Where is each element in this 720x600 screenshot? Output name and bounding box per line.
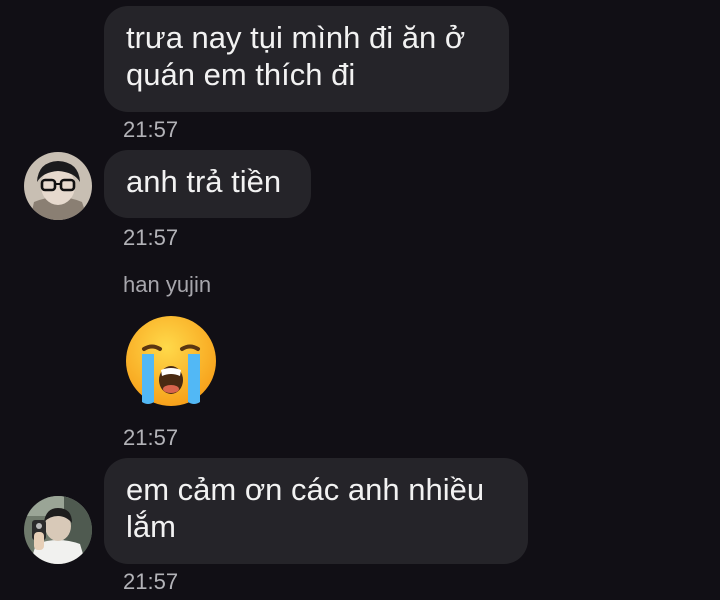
message-bubble[interactable]: em cảm ơn các anh nhiều lắm bbox=[104, 458, 528, 564]
message-timestamp: 21:57 bbox=[123, 117, 179, 142]
message-bubble[interactable]: anh trả tiền bbox=[104, 150, 311, 218]
message-timestamp: 21:57 bbox=[123, 425, 179, 450]
avatar-mirror-selfie-icon bbox=[24, 496, 92, 564]
message-timestamp: 21:57 bbox=[123, 225, 179, 250]
avatar[interactable] bbox=[24, 152, 92, 220]
message-bubble[interactable]: trưa nay tụi mình đi ăn ở quán em thích … bbox=[104, 6, 509, 112]
chat-thread: trưa nay tụi mình đi ăn ở quán em thích … bbox=[0, 0, 720, 600]
loudly-crying-face-icon bbox=[126, 316, 216, 406]
sender-name: han yujin bbox=[123, 272, 212, 297]
message-text: em cảm ơn các anh nhiều lắm bbox=[126, 472, 485, 544]
message-text: anh trả tiền bbox=[126, 164, 282, 199]
message-timestamp: 21:57 bbox=[123, 569, 179, 594]
avatar-glasses-icon bbox=[24, 152, 92, 220]
avatar[interactable] bbox=[24, 496, 92, 564]
message-text: trưa nay tụi mình đi ăn ở quán em thích … bbox=[126, 20, 466, 92]
emoji-message[interactable] bbox=[124, 314, 218, 408]
